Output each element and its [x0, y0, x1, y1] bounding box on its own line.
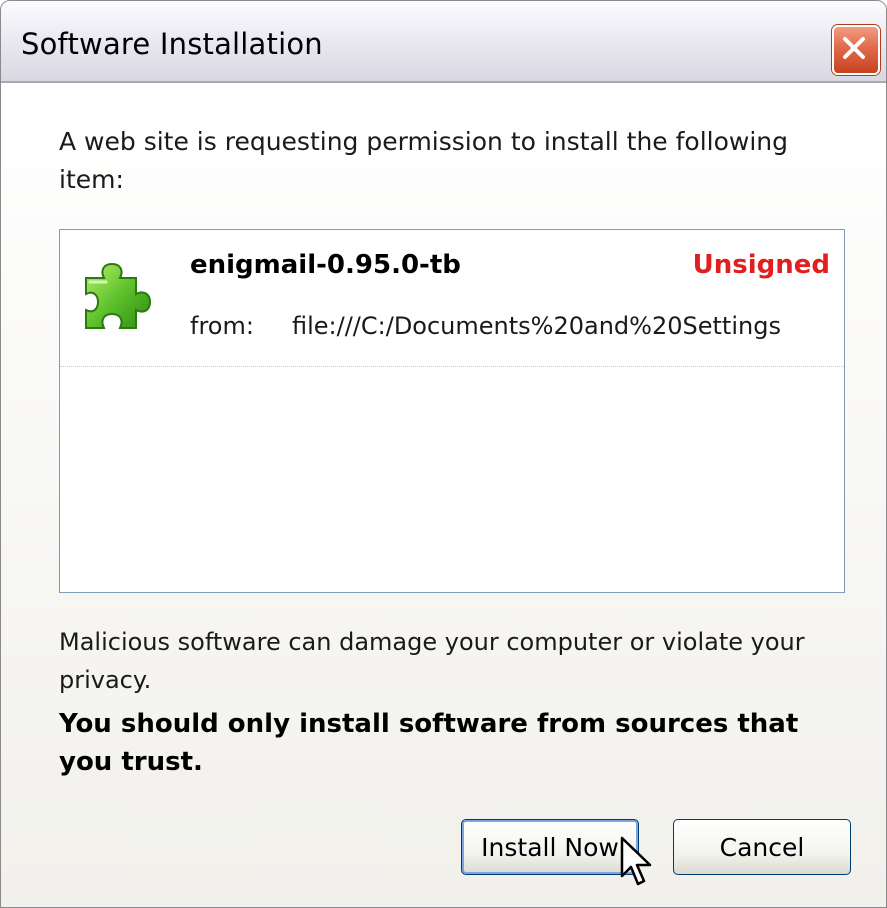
trust-warning-text: You should only install software from so… [59, 709, 799, 777]
cancel-button[interactable]: Cancel [673, 819, 851, 875]
software-installation-dialog: Software Installation A web site is requ… [0, 0, 887, 908]
source-url: file:///C:/Documents%20and%20Settings [292, 312, 781, 340]
install-item-list[interactable]: enigmail-0.95.0-tb Unsigned from: file:/… [59, 229, 845, 593]
intro-text: A web site is requesting permission to i… [59, 127, 789, 194]
list-item[interactable]: enigmail-0.95.0-tb Unsigned from: file:/… [60, 230, 844, 367]
from-label: from: [190, 312, 254, 340]
dialog-content: A web site is requesting permission to i… [1, 83, 886, 907]
mouse-pointer-icon [620, 836, 652, 886]
puzzle-piece-icon [85, 262, 152, 329]
malicious-warning-text: Malicious software can damage your compu… [59, 628, 805, 694]
close-x-icon [843, 37, 865, 59]
item-name: enigmail-0.95.0-tb [190, 250, 461, 280]
close-button[interactable] [832, 25, 880, 75]
signature-status-badge: Unsigned [692, 250, 830, 280]
install-now-button[interactable]: Install Now [461, 819, 639, 875]
title-bar[interactable]: Software Installation [1, 1, 886, 83]
dialog-title: Software Installation [21, 27, 323, 61]
